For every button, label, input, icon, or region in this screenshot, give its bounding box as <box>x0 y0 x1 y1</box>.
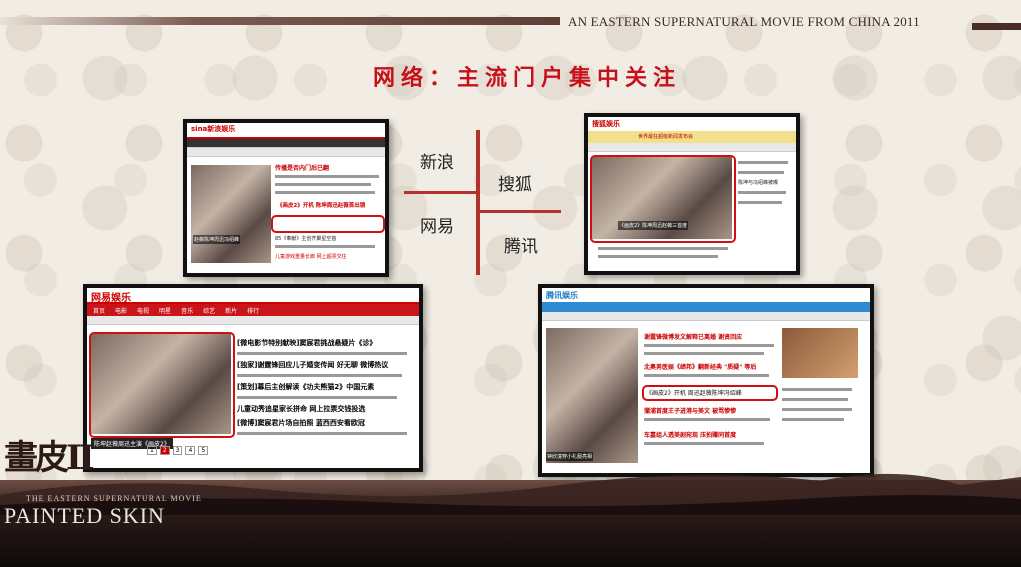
tencent-nav <box>542 302 870 312</box>
pager-item[interactable]: 4 <box>185 446 196 455</box>
sina-item: 85《奉献》主创齐聚星空首 <box>275 236 337 242</box>
tencent-line4[interactable]: 车嘉组人透美剧宛现 压拍赚同首度 <box>644 430 736 439</box>
pager-item[interactable]: 2 <box>159 446 170 455</box>
netease-nav-item[interactable]: 音乐 <box>181 306 193 315</box>
label-sohu: 搜狐 <box>498 175 532 195</box>
netease-pager: 1 2 3 4 5 <box>147 446 209 455</box>
screenshot-sina: sina新浪娱乐 赵薇陈坤周迅冯绍峰 传播是否内门后已翻 《画皮2》开机 陈坤周… <box>183 119 389 277</box>
netease-nav-item[interactable]: 排行 <box>247 306 259 315</box>
sohu-side-caption: 陈坤与冯绍峰被曝 <box>738 180 779 186</box>
tencent-highlight-box <box>642 385 778 401</box>
screenshot-tencent: 腾讯娱乐 钟欣潼穿小礼服亮相 谢霆锋微博发文解释已离婚 谢贤回应 北奥男医娱《缔… <box>538 284 874 477</box>
netease-logo: 网易娱乐 <box>91 293 131 304</box>
brand-subtitle: THE EASTERN SUPERNATURAL MOVIE <box>26 494 202 503</box>
sina-photo-caption: 赵薇陈坤周迅冯绍峰 <box>193 235 241 244</box>
top-decor-bar <box>0 17 560 25</box>
tencent-headline[interactable]: 谢霆锋微博发文解释已离婚 谢贤回应 <box>644 332 742 341</box>
sina-headline: 传播是否内门后已翻 <box>275 165 330 172</box>
netease-line5[interactable]: [微博]窦宸君片场自拍照 蓝西西安看欧冠 <box>237 418 365 428</box>
label-netease: 网易 <box>420 217 454 237</box>
tencent-logo: 腾讯娱乐 <box>546 291 578 300</box>
netease-nav-item[interactable]: 明星 <box>159 306 171 315</box>
tencent-line2[interactable]: 北奥男医娱《缔邦》翻新经典 "质疑" 等后 <box>644 362 756 371</box>
sina-item2: 儿童游戏重量长廊 网上超票交往 <box>275 254 347 260</box>
sina-subnav <box>187 148 385 157</box>
header-tagline: AN EASTERN SUPERNATURAL MOVIE FROM CHINA… <box>568 14 920 29</box>
connector-left <box>404 191 477 194</box>
brand-logo-chinese: 畫皮II <box>4 438 95 478</box>
netease-nav-item[interactable]: 电视 <box>137 306 149 315</box>
pager-item[interactable]: 5 <box>198 446 209 455</box>
sohu-photo-caption: 《画皮2》陈坤周迅赵薇三首度 <box>618 221 689 230</box>
pager-item[interactable]: 1 <box>147 446 157 455</box>
label-sina: 新浪 <box>420 153 454 173</box>
netease-nav-item[interactable]: 电影 <box>115 306 127 315</box>
brand-logo-english: PAINTED SKIN <box>4 503 165 528</box>
sina-logo: sina新浪娱乐 <box>191 125 236 133</box>
slide-title: 网络：主流门户集中关注 <box>373 66 682 91</box>
top-decor-bar-right <box>972 23 1021 30</box>
sohu-logo: 搜狐娱乐 <box>592 120 620 128</box>
netease-line4[interactable]: 儿童动秀追星家长拼命 网上拉票交钱投选 <box>237 404 365 414</box>
tencent-news-photo <box>546 328 638 463</box>
sina-highlight-box <box>271 215 385 233</box>
label-tencent: 腾讯 <box>504 237 538 257</box>
netease-nav-item[interactable]: 综艺 <box>203 306 215 315</box>
netease-nav: 首页 电影 电视 明星 音乐 综艺 新片 排行 <box>87 304 419 316</box>
netease-line2[interactable]: [独家]谢霆锋回应儿子婚变传闻 好无聊 微博热议 <box>237 360 388 370</box>
netease-nav-item[interactable]: 首页 <box>93 306 105 315</box>
sohu-banner: 世界最狂超级新闻发布会 <box>638 134 694 140</box>
screenshot-netease: 网易娱乐 首页 电影 电视 明星 音乐 综艺 新片 排行 陈坤赵薇周迅主演《画皮… <box>83 284 423 472</box>
sina-highlight-text: 《画皮2》开机 陈坤周迅赵薇首出镜 <box>277 203 366 209</box>
screenshot-sohu: 搜狐娱乐 世界最狂超级新闻发布会 《画皮2》陈坤周迅赵薇三首度 陈坤与冯绍峰被曝 <box>584 113 800 275</box>
netease-line3[interactable]: [策划]幕后主创解读《功夫熊猫2》中国元素 <box>237 382 374 392</box>
netease-highlight-box <box>89 332 235 438</box>
tencent-line3[interactable]: 蒲浦首度王子进港与美文 被骂惨惨 <box>644 406 736 415</box>
netease-headline[interactable]: [微电影节特别献映]窦宸君挑战悬疑片《诊》 <box>237 338 376 348</box>
connector-right <box>480 210 561 213</box>
sina-nav <box>187 139 385 148</box>
netease-nav-item[interactable]: 新片 <box>225 306 237 315</box>
connector-vertical <box>476 130 480 275</box>
pager-item[interactable]: 3 <box>172 446 183 455</box>
sina-news-photo <box>191 165 271 263</box>
tencent-side-image <box>782 328 858 378</box>
